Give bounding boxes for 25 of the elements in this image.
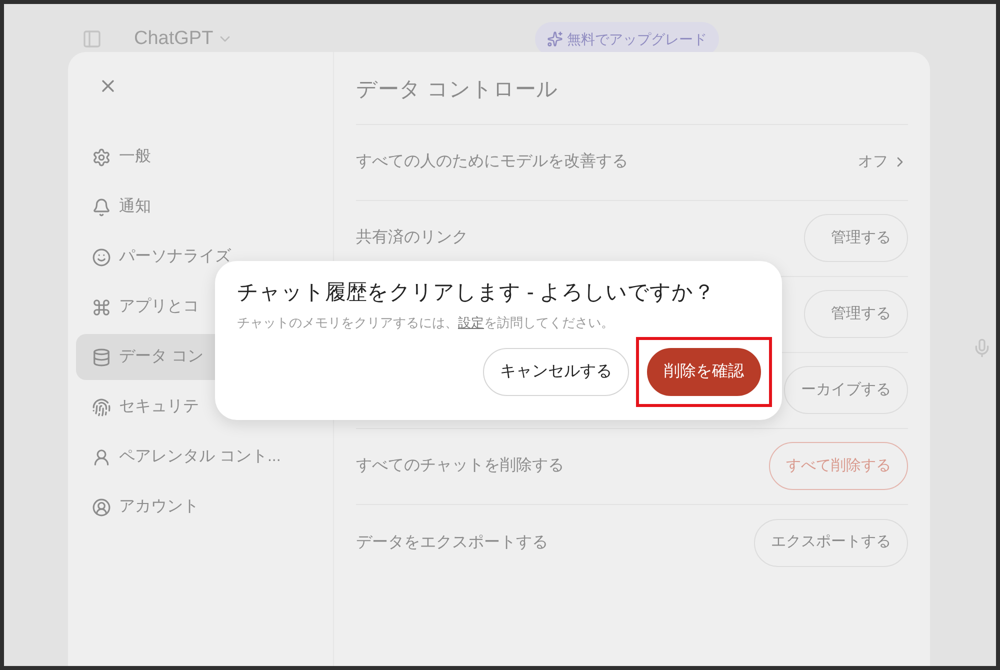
delete-all-button[interactable]: すべて削除する (769, 442, 908, 490)
settings-link[interactable]: 設定 (458, 314, 484, 330)
manage-button[interactable]: 管理する (804, 214, 908, 262)
command-icon (92, 298, 111, 316)
setting-label: データをエクスポートする (356, 532, 548, 552)
section-title: データ コントロール (356, 74, 908, 124)
smile-icon (92, 248, 111, 266)
user-icon (92, 448, 111, 466)
setting-label: すべての人のためにモデルを改善する (356, 151, 628, 172)
manage-button[interactable]: ーカイブする (784, 366, 908, 414)
setting-label: 共有済のリンク (356, 228, 468, 248)
gear-icon (92, 148, 111, 166)
setting-value: オフ (858, 152, 888, 172)
confirm-delete-button[interactable]: 削除を確認 (647, 348, 761, 396)
sparkle-icon (547, 31, 564, 47)
manage-button[interactable]: エクスポートする (754, 518, 908, 566)
database-icon (92, 348, 111, 366)
manage-button[interactable]: 管理する (804, 290, 908, 338)
user-circle-icon (92, 498, 111, 516)
fingerprint-icon (92, 398, 111, 416)
app-title[interactable]: ChatGPT (134, 24, 214, 54)
cancel-button[interactable]: キャンセルする (483, 348, 629, 396)
bell-icon (92, 198, 111, 216)
sidebar-toggle-icon[interactable] (82, 29, 102, 49)
setting-label: すべてのチャットを削除する (356, 456, 564, 476)
